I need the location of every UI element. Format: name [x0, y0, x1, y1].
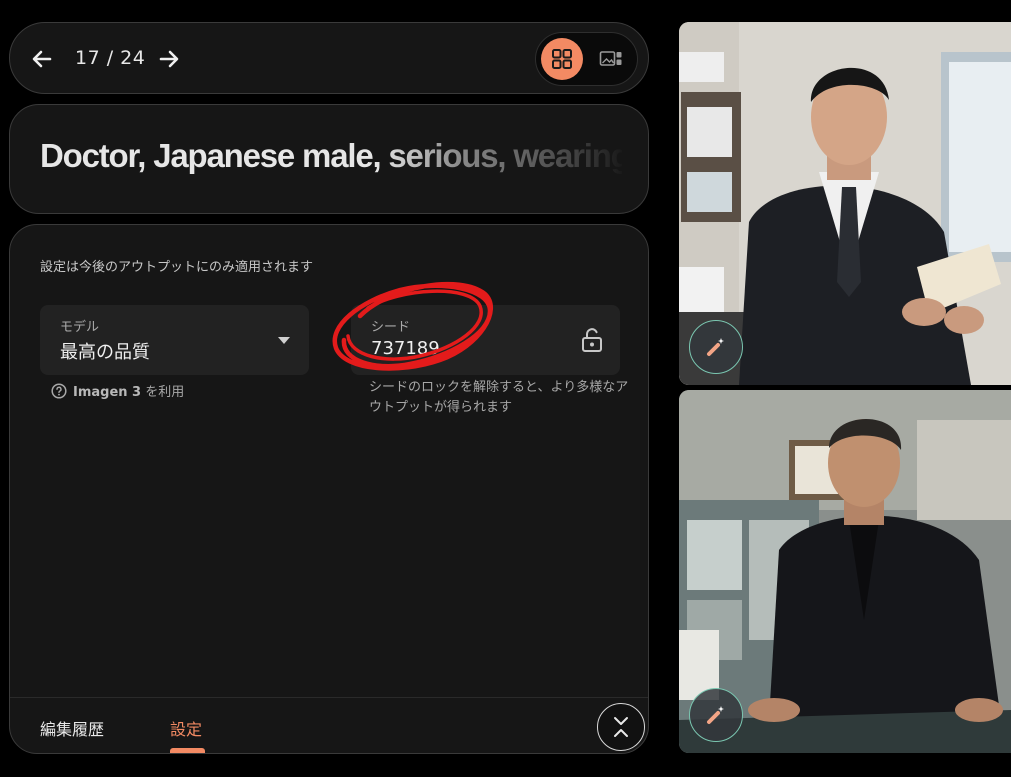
previous-button[interactable] — [28, 45, 56, 73]
active-tab-indicator — [170, 748, 205, 753]
prompt-text[interactable]: Doctor, Japanese male, serious, wearing — [40, 137, 622, 175]
magic-wand-icon — [707, 706, 724, 724]
tab-settings[interactable]: 設定 — [170, 716, 202, 740]
top-navigation-bar: 17 / 24 — [9, 22, 649, 94]
collapse-button[interactable] — [597, 703, 645, 751]
edit-image-button-1[interactable] — [689, 320, 743, 374]
prompt-panel[interactable]: Doctor, Japanese male, serious, wearing — [9, 104, 649, 214]
image-layout-icon — [599, 51, 622, 66]
tabs-divider — [10, 697, 648, 698]
arrow-right-icon — [159, 50, 179, 68]
seed-value[interactable]: 737189 — [371, 338, 440, 359]
seed-label: シード — [371, 320, 411, 335]
collapse-chevrons-icon — [614, 717, 628, 737]
model-hint-suffix: を利用 — [141, 385, 185, 400]
help-circle-icon — [51, 382, 67, 399]
arrow-left-icon — [32, 50, 52, 68]
view-toggle — [535, 32, 638, 86]
next-button[interactable] — [155, 45, 183, 73]
single-view-button[interactable] — [590, 38, 632, 80]
model-hint: Imagen 3 を利用 — [51, 381, 184, 400]
model-hint-name: Imagen 3 — [73, 385, 142, 400]
grid-view-button[interactable] — [541, 38, 583, 80]
edit-image-button-2[interactable] — [689, 688, 743, 742]
tab-edit-history[interactable]: 編集履歴 — [40, 716, 104, 740]
generated-image-1[interactable] — [679, 22, 1011, 385]
grid-icon — [552, 49, 572, 69]
settings-notice: 設定は今後のアウトプットにのみ適用されます — [40, 260, 314, 275]
model-label: モデル — [60, 320, 100, 335]
model-value: 最高の品質 — [60, 342, 150, 363]
seed-field[interactable]: シード 737189 — [351, 305, 620, 375]
model-select[interactable]: モデル 最高の品質 — [40, 305, 309, 375]
magic-wand-icon — [707, 338, 724, 356]
generated-image-2[interactable] — [679, 390, 1011, 753]
dropdown-arrow-icon — [278, 337, 290, 344]
unlock-icon[interactable] — [580, 327, 604, 353]
seed-hint: シードのロックを解除すると、より多様なアウトプットが得られます — [369, 380, 629, 415]
settings-panel: 設定は今後のアウトプットにのみ適用されます モデル 最高の品質 シード 7371… — [9, 224, 649, 754]
page-counter: 17 / 24 — [75, 47, 146, 69]
